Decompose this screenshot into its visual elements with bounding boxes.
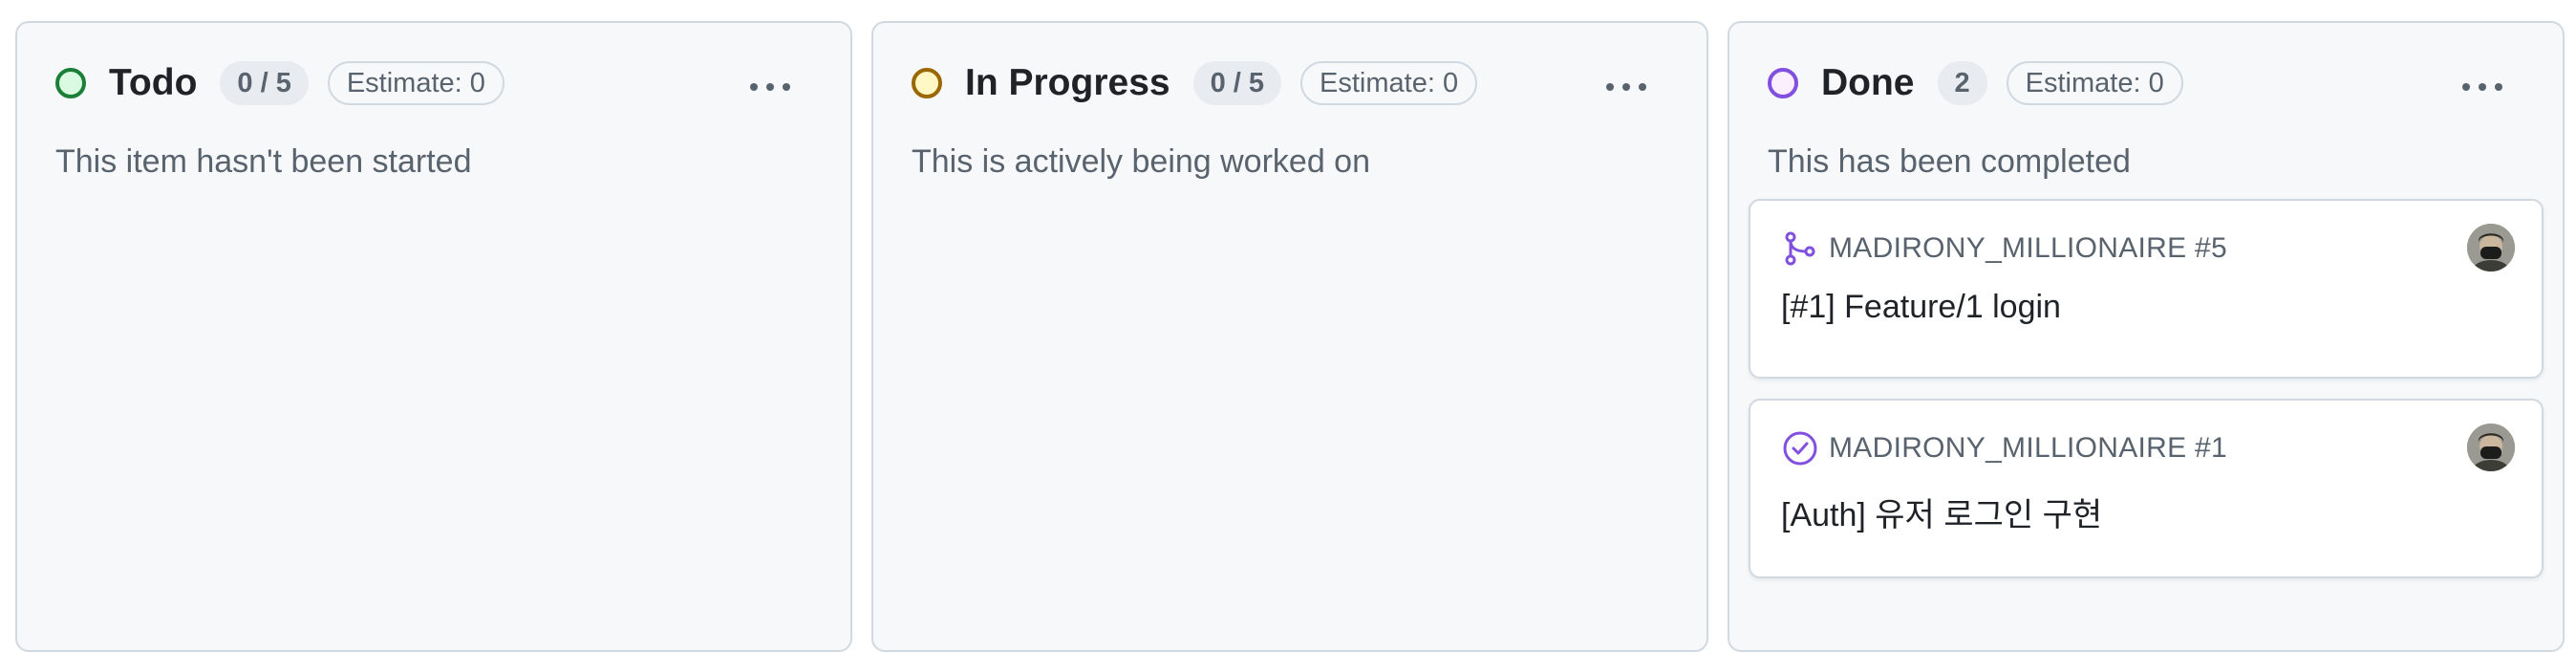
card-repo-label[interactable]: MADIRONY_MILLIONAIRE #5 xyxy=(1829,232,2227,265)
kebab-horizontal-icon xyxy=(1606,83,1614,91)
project-board: Todo 0 / 5 Estimate: 0 This item hasn't … xyxy=(0,0,2576,652)
board-card[interactable]: MADIRONY_MILLIONAIRE #1 [Auth] 유저 로그인 구현 xyxy=(1749,399,2544,578)
estimate-badge: Estimate: 0 xyxy=(2006,61,2183,105)
issue-closed-icon xyxy=(1781,429,1819,467)
column-description: This item hasn't been started xyxy=(55,143,472,180)
column-menu-button[interactable] xyxy=(1598,73,1655,101)
column-todo: Todo 0 / 5 Estimate: 0 This item hasn't … xyxy=(15,21,852,652)
item-count-badge: 0 / 5 xyxy=(1192,61,1282,105)
card-repo-label[interactable]: MADIRONY_MILLIONAIRE #1 xyxy=(1829,432,2227,465)
column-menu-button[interactable] xyxy=(741,73,799,101)
column-title: In Progress xyxy=(965,62,1170,103)
git-merge-icon xyxy=(1781,229,1819,268)
item-count-badge: 2 xyxy=(1937,61,1987,105)
avatar[interactable] xyxy=(2467,224,2515,272)
column-header: Done 2 Estimate: 0 xyxy=(1768,59,2183,107)
column-title: Done xyxy=(1821,62,1915,103)
avatar[interactable] xyxy=(2467,424,2515,471)
column-description: This has been completed xyxy=(1768,143,2131,180)
column-header: Todo 0 / 5 Estimate: 0 xyxy=(55,59,504,107)
board-card[interactable]: MADIRONY_MILLIONAIRE #5 [#1] Feature/1 l… xyxy=(1749,199,2544,379)
status-circle-icon xyxy=(55,68,86,98)
kebab-horizontal-icon xyxy=(750,83,758,91)
card-title[interactable]: [#1] Feature/1 login xyxy=(1781,289,2061,326)
column-title: Todo xyxy=(109,62,198,103)
column-header: In Progress 0 / 5 Estimate: 0 xyxy=(912,59,1478,107)
card-meta: MADIRONY_MILLIONAIRE #1 xyxy=(1781,429,2227,467)
column-done: Done 2 Estimate: 0 This has been complet… xyxy=(1728,21,2565,652)
column-in-progress: In Progress 0 / 5 Estimate: 0 This is ac… xyxy=(871,21,1708,652)
item-count-badge: 0 / 5 xyxy=(220,61,309,105)
column-menu-button[interactable] xyxy=(2454,73,2511,101)
card-meta: MADIRONY_MILLIONAIRE #5 xyxy=(1781,229,2227,268)
column-description: This is actively being worked on xyxy=(912,143,1371,180)
estimate-badge: Estimate: 0 xyxy=(1300,61,1478,105)
status-circle-icon xyxy=(1768,68,1798,98)
estimate-badge: Estimate: 0 xyxy=(327,61,504,105)
kebab-horizontal-icon xyxy=(2462,83,2470,91)
status-circle-icon xyxy=(912,68,942,98)
card-title[interactable]: [Auth] 유저 로그인 구현 xyxy=(1781,489,2102,535)
